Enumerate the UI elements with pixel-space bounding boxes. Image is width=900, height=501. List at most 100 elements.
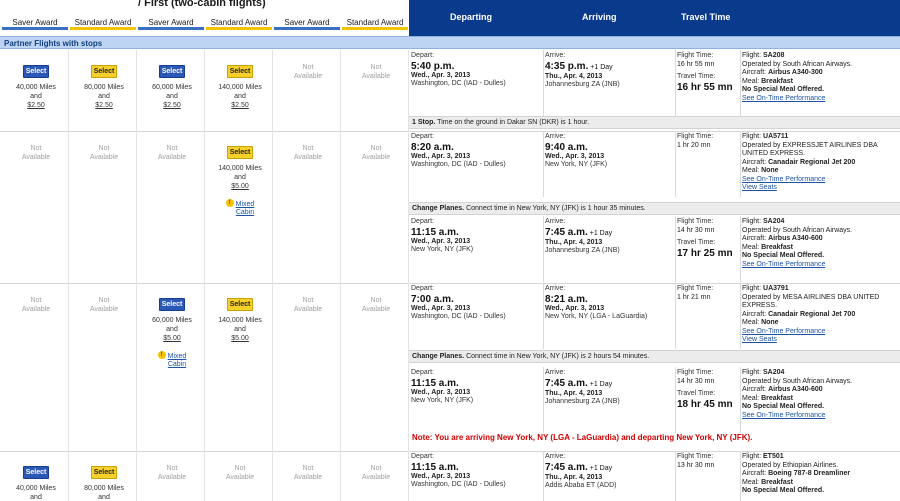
- departure-info: Depart: 11:15 a.m. Wed., Apr. 3, 2013 Washi…: [411, 453, 541, 490]
- select-button[interactable]: Select: [91, 466, 117, 479]
- flight-number: Flight: SA204: [742, 218, 900, 227]
- fee-text[interactable]: $2.50: [70, 101, 138, 110]
- depart-label: Depart:: [411, 218, 434, 225]
- meal-label: Meal:: [742, 394, 762, 402]
- operated-by-text: Operated by EXPRESSJET AIRLINES DBA UNIT…: [742, 141, 878, 158]
- fare-column-divider: [340, 283, 341, 451]
- mixed-cabin-link[interactable]: ! Mixed Cabin: [138, 351, 206, 369]
- fare-column-divider: [68, 283, 69, 451]
- fare-column-divider: [68, 451, 69, 501]
- fee-text[interactable]: $2.50: [138, 101, 206, 110]
- section-bar: [0, 36, 900, 49]
- fare-cell: Select 140,000 Miles and $5.00! Mixed Cabin: [206, 146, 274, 217]
- flight-time-label: Flight Time:: [677, 133, 714, 140]
- view-seats-link[interactable]: View Seats: [742, 184, 900, 193]
- departure-time: 5:40 p.m.: [411, 60, 455, 72]
- not-available-text: Available: [21, 154, 51, 161]
- aircraft-text: Aircraft: Canadair Regional Jet 200: [742, 159, 900, 168]
- meal-text: Meal: None: [742, 167, 900, 176]
- select-button[interactable]: Select: [23, 65, 49, 78]
- aircraft-value: Boeing 787-8 Dreamliner: [768, 470, 851, 477]
- plus-day-text: +1 Day: [588, 63, 613, 71]
- select-button[interactable]: Select: [159, 65, 185, 78]
- not-available-text: Available: [293, 474, 323, 481]
- flight-time-label: Flight Time:: [677, 218, 714, 225]
- arrive-label: Arrive:: [545, 218, 566, 225]
- fare-column-divider: [204, 451, 205, 501]
- fare-column-divider: [136, 451, 137, 501]
- time-info: Flight Time: 1 hr 21 mn: [677, 285, 740, 302]
- not-available-text: Not: [166, 145, 178, 152]
- departure-info: Depart: 11:15 a.m. Wed., Apr. 3, 2013 New Y…: [411, 369, 541, 406]
- meal-label: Meal:: [742, 167, 762, 174]
- select-button[interactable]: Select: [227, 65, 253, 78]
- not-available-text: Not: [302, 465, 314, 472]
- travel-time-value: 16 hr 55 mn: [677, 81, 733, 93]
- fee-text[interactable]: $5.00: [138, 334, 206, 343]
- fare-cell: Not Available: [70, 144, 138, 162]
- fare-column-divider: [340, 131, 341, 283]
- not-available-text: Available: [361, 73, 391, 80]
- meal-text: Meal: Breakfast: [742, 244, 900, 253]
- view-seats-link[interactable]: View Seats: [742, 336, 900, 345]
- arrival-date: Thu., Apr. 4, 2013: [545, 72, 603, 80]
- not-available-text: Available: [293, 306, 323, 313]
- meal-text: Meal: Breakfast: [742, 395, 900, 404]
- time-info: Flight Time: 16 hr 55 mn Travel Time: 16 hr…: [677, 52, 740, 93]
- select-button[interactable]: Select: [23, 466, 49, 479]
- depart-label: Depart:: [411, 52, 434, 59]
- flight-label: Flight:: [742, 52, 764, 59]
- not-available-text: Available: [157, 154, 187, 161]
- select-button[interactable]: Select: [227, 146, 253, 159]
- change-planes-bar: Change Planes. Connect time in New York,…: [409, 202, 900, 215]
- fare-column-divider: [68, 50, 69, 131]
- and-text: and: [98, 494, 110, 501]
- select-button[interactable]: Select: [159, 298, 185, 311]
- aircraft-text: Aircraft: Airbus A340-600: [742, 386, 900, 395]
- select-button[interactable]: Select: [227, 298, 253, 311]
- not-available-text: Available: [21, 306, 51, 313]
- fare-cell: Not Available: [274, 296, 342, 314]
- flight-number-value: SA204: [763, 218, 785, 225]
- on-time-performance-link[interactable]: See On-Time Performance: [742, 261, 900, 270]
- column-divider: [675, 367, 676, 433]
- on-time-performance-link[interactable]: See On-Time Performance: [742, 95, 900, 104]
- departure-time: 11:15 a.m.: [411, 377, 459, 389]
- departure-time: 8:20 a.m.: [411, 141, 454, 153]
- arrival-city: New York, NY (JFK): [545, 161, 608, 168]
- operated-by-text: Operated by Ethiopian Airlines.: [742, 461, 839, 469]
- fee-text[interactable]: $2.50: [2, 101, 70, 110]
- departure-time: 11:15 a.m.: [411, 461, 459, 473]
- fare-column-divider: [408, 50, 409, 131]
- miles-text: 140,000 Miles: [218, 317, 262, 324]
- meal-text: Meal: Breakfast: [742, 479, 900, 488]
- section-title: Partner Flights with stops: [4, 39, 103, 48]
- on-time-performance-link[interactable]: See On-Time Performance: [742, 328, 900, 337]
- special-meal-text: No Special Meal Offered.: [742, 252, 825, 259]
- arrival-time: 7:45 a.m. +1 Day: [545, 378, 673, 390]
- departure-city: New York, NY (JFK): [411, 397, 474, 404]
- not-available-text: Not: [302, 64, 314, 71]
- fee-text[interactable]: $5.00: [206, 182, 274, 191]
- saver-award-header: Saver Award: [274, 17, 340, 30]
- aircraft-value: Airbus A340-300: [768, 69, 823, 76]
- departure-time: 7:00 a.m.: [411, 293, 454, 305]
- select-button[interactable]: Select: [91, 65, 117, 78]
- on-time-performance-link[interactable]: See On-Time Performance: [742, 176, 900, 185]
- mixed-cabin-text[interactable]: Mixed Cabin: [168, 353, 187, 369]
- flight-number-value: SA208: [763, 52, 785, 59]
- mixed-cabin-text[interactable]: Mixed Cabin: [236, 201, 255, 217]
- departure-time: 11:15 a.m.: [411, 226, 459, 238]
- bar-text: Time on the ground in Dakar SN (DKR) is …: [437, 119, 590, 126]
- arrival-city: Addis Ababa ET (ADD): [545, 482, 617, 489]
- departure-date: Wed., Apr. 3, 2013: [411, 472, 471, 480]
- depart-label: Depart:: [411, 369, 434, 376]
- operated-by-text: Operated by South African Airways.: [742, 60, 853, 68]
- change-planes-bar: Change Planes. Connect time in New York,…: [409, 350, 900, 363]
- mixed-cabin-link[interactable]: ! Mixed Cabin: [206, 199, 274, 217]
- not-available-text: Not: [370, 465, 382, 472]
- arrival-date: Thu., Apr. 4, 2013: [545, 389, 603, 397]
- fee-text[interactable]: $2.50: [206, 101, 274, 110]
- on-time-performance-link[interactable]: See On-Time Performance: [742, 412, 900, 421]
- fee-text[interactable]: $5.00: [206, 334, 274, 343]
